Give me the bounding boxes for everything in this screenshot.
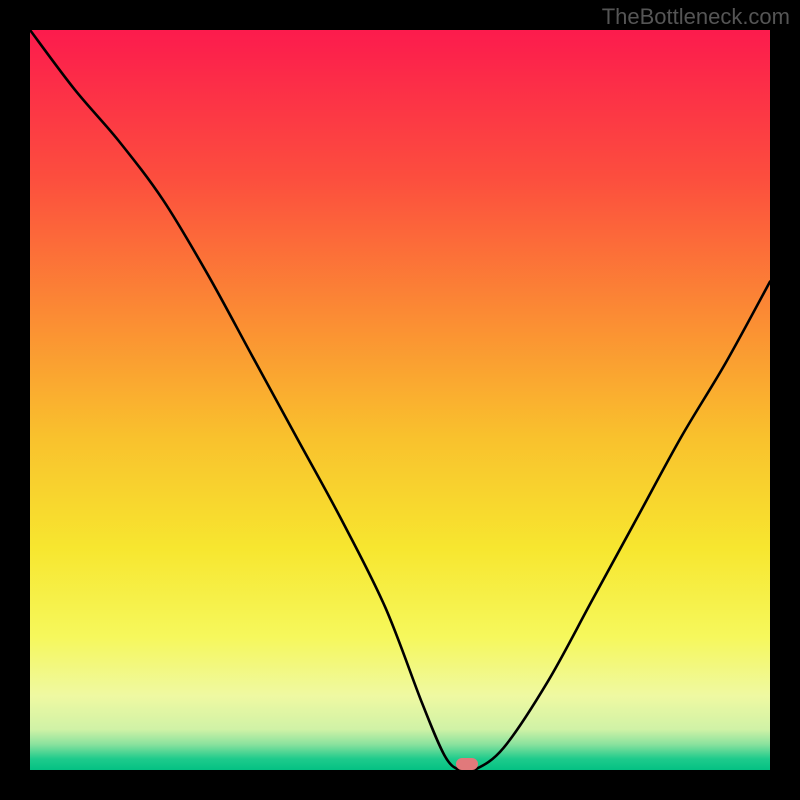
min-marker bbox=[456, 758, 478, 770]
plot-area bbox=[30, 30, 770, 770]
bottleneck-curve bbox=[30, 30, 770, 770]
chart-frame: TheBottleneck.com bbox=[0, 0, 800, 800]
watermark-text: TheBottleneck.com bbox=[602, 4, 790, 30]
